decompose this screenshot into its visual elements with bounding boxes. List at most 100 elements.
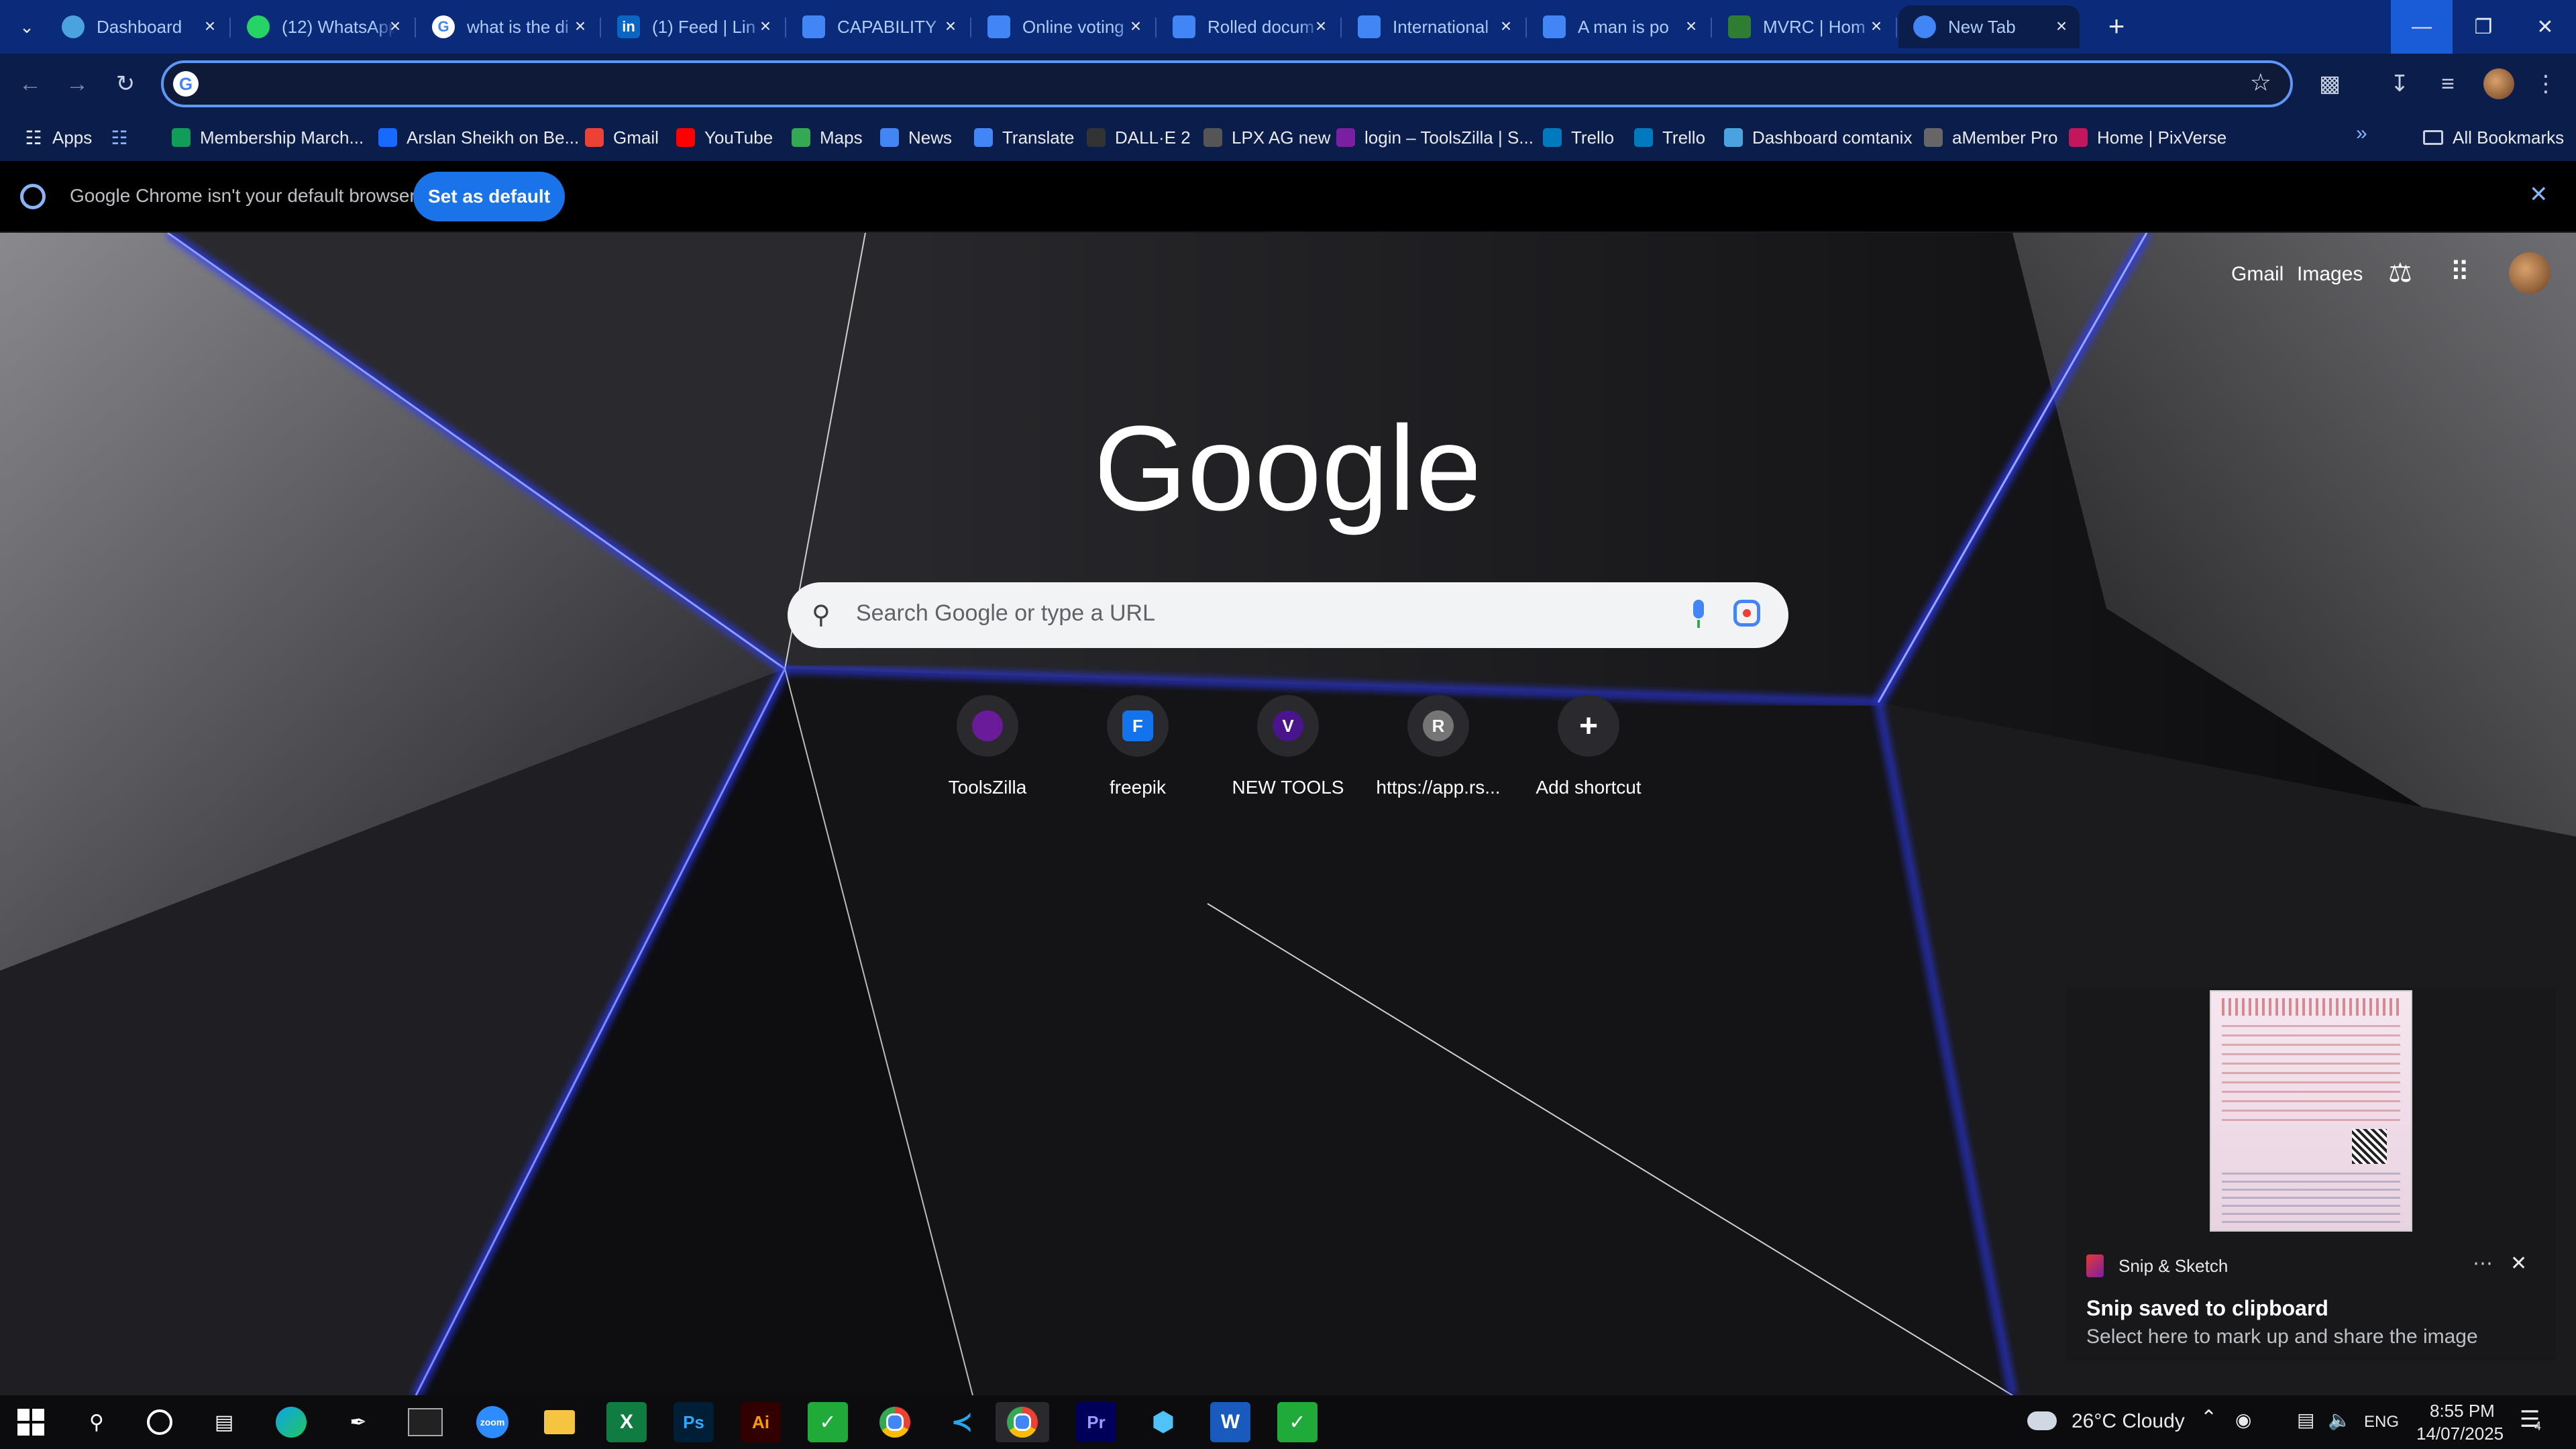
tab-search-icon[interactable]: ≡ — [2431, 67, 2465, 101]
bookmark-item[interactable]: ☷ — [110, 122, 138, 153]
shortcut-tile[interactable]: Ffreepik — [1064, 695, 1212, 798]
shortcut-tile[interactable]: ToolsZilla — [914, 695, 1061, 798]
taskbar-search-icon[interactable]: ⚲ — [76, 1402, 117, 1442]
shortcut-tile[interactable]: + Add shortcut — [1515, 695, 1662, 798]
tab-close-icon[interactable]: × — [1496, 16, 1516, 36]
bookmark-item[interactable]: DALL·E 2 — [1087, 122, 1191, 153]
minimize-button[interactable]: — — [2391, 0, 2453, 54]
bookmark-item[interactable]: YouTube — [676, 122, 773, 153]
reload-button[interactable]: ↻ — [109, 67, 142, 101]
tab[interactable]: (12) WhatsApp × — [232, 5, 413, 48]
forward-button[interactable]: → — [60, 67, 94, 101]
bookmark-star-icon[interactable]: ☆ — [2250, 68, 2271, 97]
file-explorer-icon[interactable] — [539, 1402, 580, 1442]
set-as-default-button[interactable]: Set as default — [413, 172, 565, 221]
clock-time[interactable]: 8:55 PM — [2430, 1401, 2495, 1421]
all-bookmarks-button[interactable]: All Bookmarks — [2423, 122, 2564, 153]
notification-close-icon[interactable]: ✕ — [2510, 1252, 2527, 1275]
network-icon[interactable]: ▤ — [2297, 1409, 2314, 1431]
tab[interactable]: MVRC | Hom × — [1713, 5, 1894, 48]
illustrator-icon[interactable]: Ai — [741, 1402, 781, 1442]
profile-avatar[interactable] — [2483, 68, 2514, 99]
voice-search-icon[interactable] — [1685, 597, 1712, 631]
weather-text[interactable]: 26°C Cloudy — [2072, 1410, 2185, 1433]
zoom-icon[interactable]: zoom — [472, 1402, 513, 1442]
bookmark-item[interactable]: LPX AG new — [1203, 122, 1330, 153]
pen-tool-icon[interactable]: ✒ — [338, 1402, 378, 1442]
chrome-menu-icon[interactable]: ⋮ — [2529, 67, 2563, 101]
tab[interactable]: Online voting × — [973, 5, 1154, 48]
account-avatar[interactable] — [2509, 252, 2551, 294]
blue-app-icon[interactable]: ⬢ — [1143, 1402, 1183, 1442]
chrome-taskbar-icon[interactable] — [875, 1402, 915, 1442]
clock-date[interactable]: 14/07/2025 — [2416, 1424, 2504, 1444]
green-app-2-icon[interactable]: ✓ — [1277, 1402, 1318, 1442]
search-input[interactable]: Search Google or type a URL — [856, 600, 1155, 627]
address-input[interactable] — [208, 68, 2156, 101]
show-hidden-icons[interactable]: ⌃ — [2200, 1406, 2217, 1430]
tab[interactable]: in (1) Feed | Lin × — [602, 5, 784, 48]
bookmark-item[interactable]: Dashboard comtanix — [1724, 122, 1912, 153]
tab[interactable]: New Tab × — [1898, 5, 2080, 48]
photoshop-icon[interactable]: Ps — [674, 1402, 714, 1442]
tab[interactable]: Gwhat is the di × — [417, 5, 598, 48]
bookmark-item[interactable]: Trello — [1543, 122, 1614, 153]
tab-close-icon[interactable]: × — [1681, 16, 1701, 36]
bookmark-item[interactable]: Home | PixVerse — [2069, 122, 2226, 153]
images-link[interactable]: Images — [2297, 263, 2363, 286]
tab-close-icon[interactable]: × — [2051, 16, 2072, 36]
restore-button[interactable]: ❐ — [2453, 0, 2514, 54]
windows-start-icon[interactable] — [17, 1409, 44, 1436]
tab-close-icon[interactable]: × — [385, 16, 405, 36]
tab[interactable]: Dashboard × — [47, 5, 228, 48]
cortana-icon[interactable] — [140, 1402, 180, 1442]
chrome-active-icon[interactable] — [996, 1402, 1049, 1442]
downloads-icon[interactable]: ↧ — [2383, 67, 2416, 101]
volume-icon[interactable]: 🔈 — [2328, 1409, 2351, 1431]
more-bookmarks-icon[interactable]: » — [2356, 122, 2367, 145]
edge-icon[interactable] — [271, 1402, 311, 1442]
labs-icon[interactable]: ⚖ — [2388, 258, 2412, 288]
bookmark-item[interactable]: Arslan Sheikh on Be... — [378, 122, 579, 153]
shortcut-tile[interactable]: V NEW TOOLS — [1214, 695, 1362, 798]
bookmark-item[interactable]: Maps — [792, 122, 863, 153]
bookmark-item[interactable]: login – ToolsZilla | S... — [1336, 122, 1534, 153]
tab-close-icon[interactable]: × — [570, 16, 590, 36]
tab-close-icon[interactable]: × — [1311, 16, 1331, 36]
bookmark-item[interactable]: aMember Pro — [1924, 122, 2058, 153]
tab[interactable]: A man is po × — [1528, 5, 1709, 48]
tab[interactable]: Rolled docum × — [1158, 5, 1339, 48]
terminal-icon[interactable] — [405, 1402, 445, 1442]
new-tab-button[interactable]: + — [2100, 9, 2133, 43]
meet-now-icon[interactable]: ◉ — [2235, 1409, 2251, 1431]
google-apps-icon[interactable]: ⠿ — [2450, 259, 2469, 286]
back-button[interactable]: ← — [13, 67, 47, 101]
snip-notification[interactable]: Snip & Sketch ⋯ ✕ Snip saved to clipboar… — [2066, 987, 2556, 1360]
bookmark-item[interactable]: Gmail — [585, 122, 659, 153]
task-view-icon[interactable]: ▤ — [204, 1402, 244, 1442]
tab-search-button[interactable]: ⌄ — [12, 12, 42, 42]
tab[interactable]: CAPABILITY × — [788, 5, 969, 48]
tab-close-icon[interactable]: × — [1866, 16, 1886, 36]
tab-close-icon[interactable]: × — [200, 16, 220, 36]
tab-close-icon[interactable]: × — [755, 16, 775, 36]
address-bar[interactable]: G ☆ — [161, 60, 2293, 107]
vscode-icon[interactable]: ≺ — [942, 1402, 982, 1442]
tab-close-icon[interactable]: × — [1126, 16, 1146, 36]
close-window-button[interactable]: ✕ — [2514, 0, 2576, 54]
infobar-close-icon[interactable]: ✕ — [2529, 181, 2548, 208]
green-app-icon[interactable]: ✓ — [808, 1402, 848, 1442]
bookmark-item[interactable]: News — [880, 122, 952, 153]
gmail-link[interactable]: Gmail — [2231, 263, 2284, 286]
lens-search-icon[interactable] — [1733, 600, 1760, 627]
bookmark-item[interactable]: Trello — [1634, 122, 1705, 153]
language-indicator[interactable]: ENG — [2364, 1413, 2399, 1432]
shortcut-tile[interactable]: Rhttps://app.rs... — [1364, 695, 1512, 798]
extensions-icon[interactable]: ▩ — [2313, 67, 2347, 101]
excel-icon[interactable]: X — [606, 1402, 647, 1442]
premiere-icon[interactable]: Pr — [1076, 1402, 1116, 1442]
word-icon[interactable]: W — [1210, 1402, 1250, 1442]
tab-close-icon[interactable]: × — [941, 16, 961, 36]
notification-more-icon[interactable]: ⋯ — [2473, 1252, 2493, 1275]
tab[interactable]: International × — [1343, 5, 1524, 48]
